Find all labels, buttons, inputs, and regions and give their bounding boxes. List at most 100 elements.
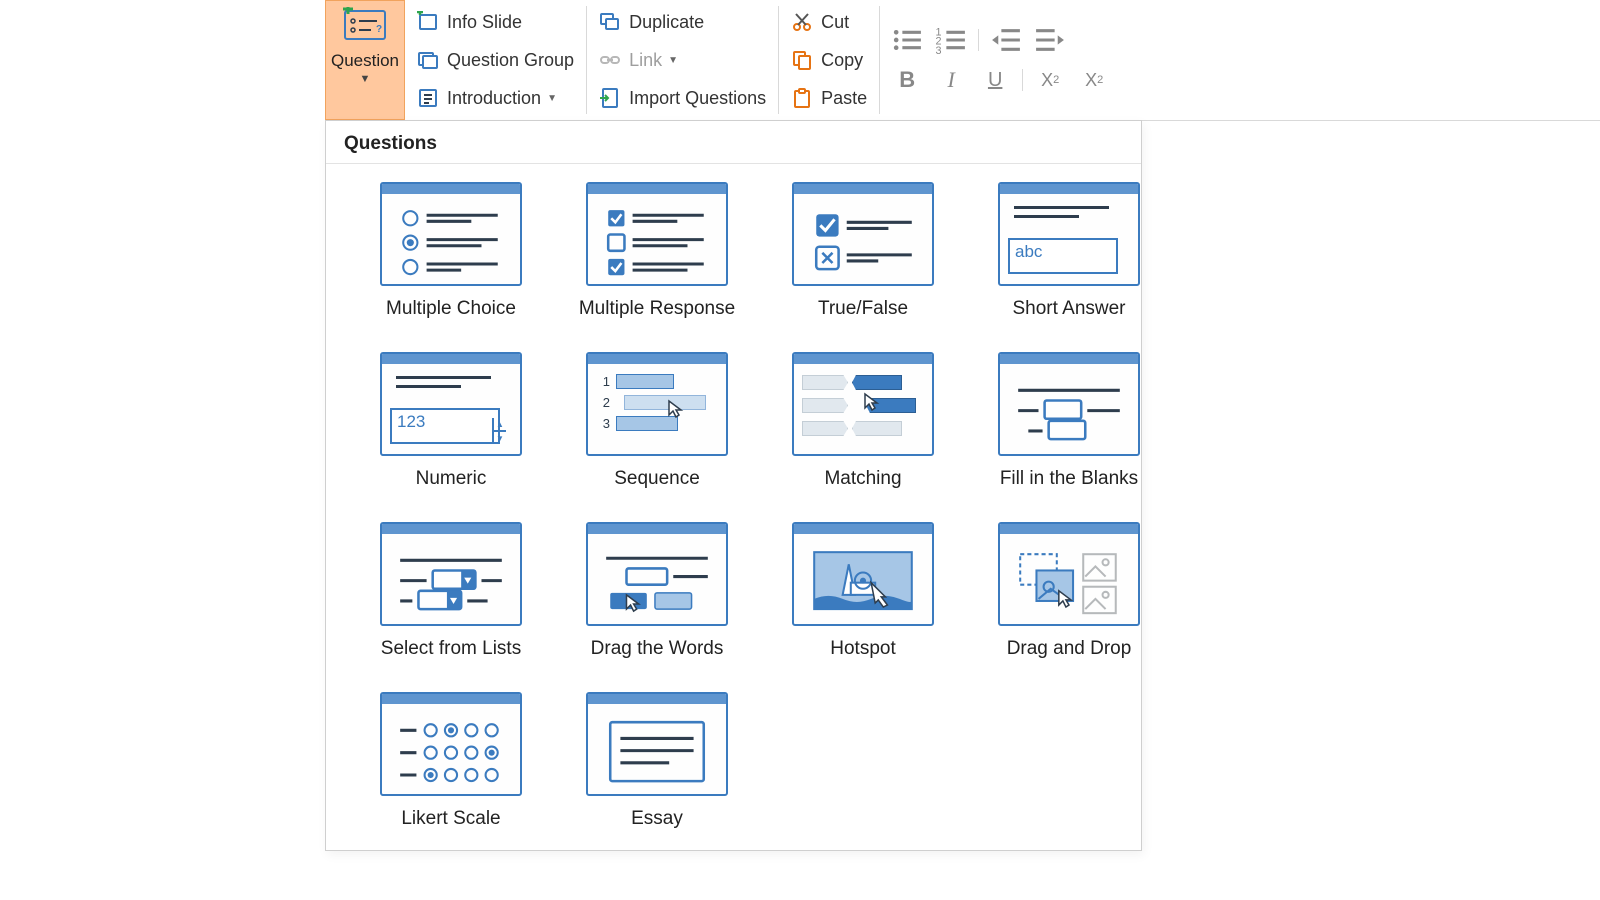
info-slide-label: Info Slide [447, 12, 522, 33]
paste-label: Paste [821, 88, 867, 109]
numeric-sample: 123 [390, 408, 500, 444]
card-label: True/False [818, 298, 908, 320]
copy-button[interactable]: Copy [789, 41, 869, 79]
question-type-fill-blanks[interactable]: Fill in the Blanks [974, 352, 1164, 490]
cut-button[interactable]: Cut [789, 3, 869, 41]
cursor-icon [664, 399, 686, 421]
question-type-sequence[interactable]: 1 2 3 Sequence [562, 352, 752, 490]
card-label: Drag the Words [591, 638, 724, 660]
ribbon-toolbar: ? Question ▼ Info Slide Question Group I… [325, 0, 1600, 121]
bullet-list-icon[interactable] [890, 23, 924, 57]
import-icon [599, 87, 621, 109]
duplicate-icon [599, 11, 621, 33]
card-label: Essay [631, 808, 683, 830]
link-button: Link ▼ [597, 41, 768, 79]
matching-icon [792, 352, 934, 456]
underline-button[interactable]: U [978, 69, 1012, 92]
question-type-multiple-choice[interactable]: Multiple Choice [356, 182, 546, 320]
card-label: Likert Scale [401, 808, 500, 830]
link-label: Link [629, 50, 662, 71]
chevron-down-icon: ▼ [668, 55, 678, 66]
ribbon-group-edit: Duplicate Link ▼ Import Questions [587, 0, 778, 120]
duplicate-button[interactable]: Duplicate [597, 3, 768, 41]
paste-button[interactable]: Paste [789, 79, 869, 117]
svg-text:?: ? [376, 24, 382, 35]
multiple-response-icon [586, 182, 728, 286]
question-type-essay[interactable]: Essay [562, 692, 752, 830]
card-label: Multiple Choice [386, 298, 516, 320]
question-type-multiple-response[interactable]: Multiple Response [562, 182, 752, 320]
card-label: Select from Lists [381, 638, 521, 660]
question-type-drag-drop[interactable]: Drag and Drop [974, 522, 1164, 660]
ribbon-group-format: 123 B I U X2 X2 [880, 0, 1131, 120]
indent-icon[interactable] [1033, 23, 1067, 57]
question-type-matching[interactable]: Matching [768, 352, 958, 490]
question-button-label: Question [331, 51, 399, 71]
scissors-icon [791, 11, 813, 33]
duplicate-label: Duplicate [629, 12, 704, 33]
chevron-down-icon: ▼ [360, 73, 371, 85]
select-lists-icon [380, 522, 522, 626]
multiple-choice-icon [380, 182, 522, 286]
card-label: Sequence [614, 468, 700, 490]
card-label: Drag and Drop [1007, 638, 1132, 660]
import-questions-button[interactable]: Import Questions [597, 79, 768, 117]
question-slide-icon: ? [341, 7, 389, 43]
question-type-likert[interactable]: Likert Scale [356, 692, 546, 830]
cut-label: Cut [821, 12, 849, 33]
question-type-hotspot[interactable]: Hotspot [768, 522, 958, 660]
essay-icon [586, 692, 728, 796]
copy-icon [791, 49, 813, 71]
card-label: Short Answer [1013, 298, 1126, 320]
question-group-label: Question Group [447, 50, 574, 71]
question-button[interactable]: ? Question ▼ [325, 0, 405, 120]
card-label: Numeric [416, 468, 487, 490]
short-answer-sample: abc [1008, 238, 1118, 274]
clipboard-icon [791, 87, 813, 109]
numbered-list-icon[interactable]: 123 [934, 23, 968, 57]
info-slide-icon [417, 11, 439, 33]
sequence-icon: 1 2 3 [586, 352, 728, 456]
card-label: Fill in the Blanks [1000, 468, 1138, 490]
introduction-label: Introduction [447, 88, 541, 109]
outdent-icon[interactable] [989, 23, 1023, 57]
introduction-icon [417, 87, 439, 109]
introduction-button[interactable]: Introduction ▼ [415, 79, 576, 117]
card-label: Hotspot [830, 638, 895, 660]
question-group-button[interactable]: Question Group [415, 41, 576, 79]
info-slide-button[interactable]: Info Slide [415, 3, 576, 41]
svg-text:3: 3 [936, 45, 942, 57]
format-separator [1022, 69, 1023, 91]
question-type-numeric[interactable]: 123 ▲ ▼ Numeric [356, 352, 546, 490]
ribbon-group-slides: Info Slide Question Group Introduction ▼ [405, 0, 586, 120]
fill-blanks-icon [998, 352, 1140, 456]
question-type-select-lists[interactable]: Select from Lists [356, 522, 546, 660]
chevron-down-icon: ▼ [547, 93, 557, 104]
format-separator [978, 29, 979, 51]
italic-button[interactable]: I [934, 67, 968, 93]
question-group-icon [417, 49, 439, 71]
bold-button[interactable]: B [890, 67, 924, 93]
ribbon-group-clipboard: Cut Copy Paste [779, 0, 879, 120]
likert-icon [380, 692, 522, 796]
numeric-icon: 123 ▲ ▼ [380, 352, 522, 456]
question-type-drag-words[interactable]: Drag the Words [562, 522, 752, 660]
card-label: Matching [824, 468, 901, 490]
hotspot-icon [792, 522, 934, 626]
copy-label: Copy [821, 50, 863, 71]
link-icon [599, 49, 621, 71]
import-questions-label: Import Questions [629, 88, 766, 109]
short-answer-icon: abc [998, 182, 1140, 286]
superscript-button[interactable]: X2 [1077, 70, 1111, 91]
card-label: Multiple Response [579, 298, 735, 320]
subscript-button[interactable]: X2 [1033, 70, 1067, 91]
question-type-short-answer[interactable]: abc Short Answer [974, 182, 1164, 320]
cursor-icon [860, 392, 882, 414]
true-false-icon [792, 182, 934, 286]
question-type-true-false[interactable]: True/False [768, 182, 958, 320]
question-types-grid: Multiple Choice Multiple Response [326, 164, 1141, 830]
drag-drop-icon [998, 522, 1140, 626]
panel-title: Questions [326, 131, 1141, 163]
questions-dropdown-panel: Questions Multiple Choice [325, 120, 1142, 851]
drag-words-icon [586, 522, 728, 626]
